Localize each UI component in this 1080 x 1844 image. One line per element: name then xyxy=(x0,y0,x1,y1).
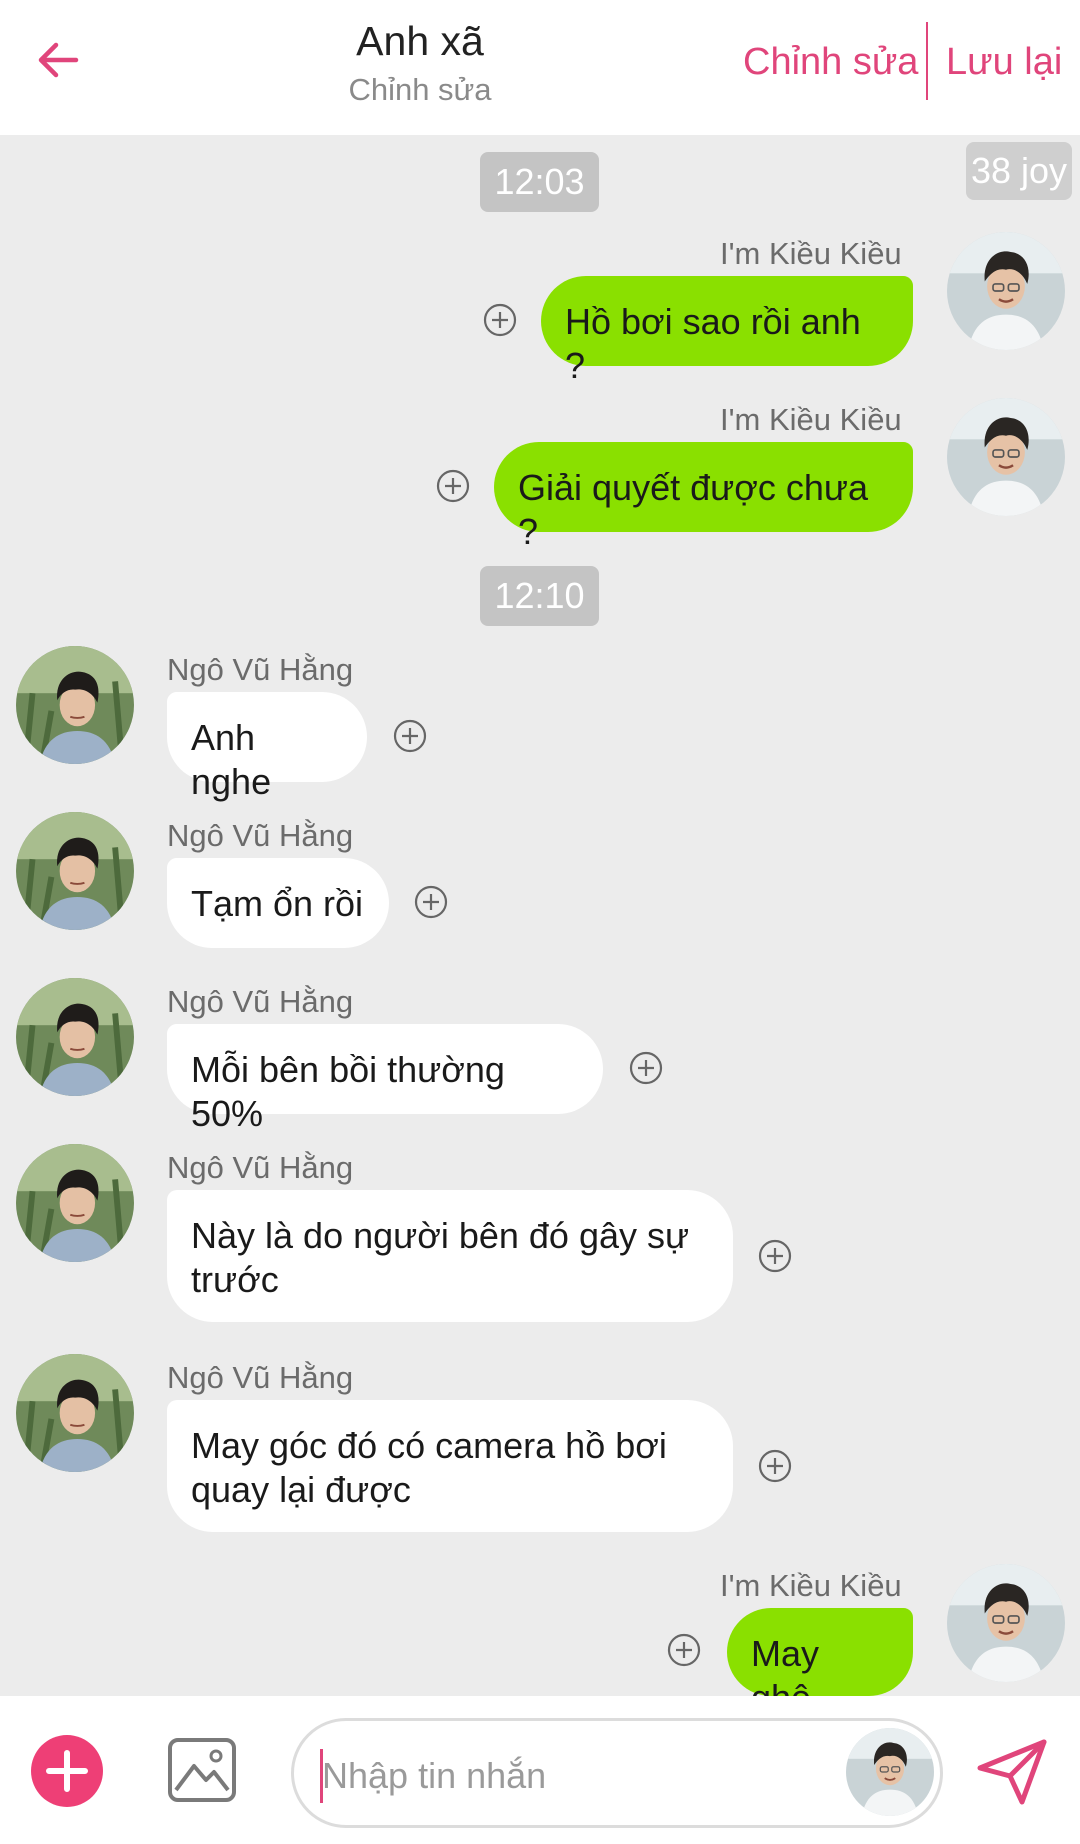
edit-button[interactable]: Chỉnh sửa xyxy=(743,36,918,88)
conversation-title-block: Anh xã Chỉnh sửa xyxy=(260,14,580,112)
message-text: Hồ bơi sao rồi anh ? xyxy=(565,301,871,386)
image-icon[interactable] xyxy=(166,1734,238,1806)
incoming-bubble[interactable]: Này là do người bên đó gây sự trước xyxy=(167,1190,733,1322)
chat-screen: Anh xã Chỉnh sửa Chỉnh sửa Lưu lại 38 jo… xyxy=(0,0,1080,1844)
joy-badge: 38 joy xyxy=(966,142,1072,200)
add-reaction-icon[interactable] xyxy=(628,1050,664,1086)
message-input[interactable] xyxy=(322,1747,822,1805)
back-arrow-icon xyxy=(38,42,79,78)
incoming-bubble[interactable]: Anh nghe xyxy=(167,692,367,802)
message-text: Giải quyết được chưa ? xyxy=(518,467,878,552)
avatar[interactable] xyxy=(16,978,134,1096)
outgoing-bubble[interactable]: Giải quyết được chưa ? xyxy=(494,442,913,552)
add-reaction-icon[interactable] xyxy=(482,302,518,338)
sender-name: Ngô Vũ Hằng xyxy=(167,652,354,687)
add-reaction-icon[interactable] xyxy=(392,718,428,754)
avatar[interactable] xyxy=(16,1144,134,1262)
composer-bar xyxy=(0,1696,1080,1844)
add-reaction-icon[interactable] xyxy=(757,1448,793,1484)
message-text: Anh nghe xyxy=(191,717,272,802)
sender-name: Ngô Vũ Hằng xyxy=(167,1360,354,1395)
sender-name: I'm Kiều Kiều xyxy=(720,1568,902,1603)
message-text: Mỗi bên bồi thường 50% xyxy=(191,1049,515,1134)
message-input-field[interactable] xyxy=(291,1718,943,1828)
incoming-bubble[interactable]: May góc đó có camera hồ bơi quay lại đượ… xyxy=(167,1400,733,1532)
plus-icon xyxy=(46,1750,88,1792)
avatar[interactable] xyxy=(16,646,134,764)
sender-name: I'm Kiều Kiều xyxy=(720,402,902,437)
top-app-bar: Anh xã Chỉnh sửa Chỉnh sửa Lưu lại xyxy=(0,0,1080,135)
message-text: Này là do người bên đó gây sự trước xyxy=(191,1215,690,1300)
message-text: May góc đó có camera hồ bơi quay lại đượ… xyxy=(191,1425,667,1510)
save-button[interactable]: Lưu lại xyxy=(946,36,1062,88)
avatar[interactable] xyxy=(16,812,134,930)
add-reaction-icon[interactable] xyxy=(413,884,449,920)
incoming-bubble[interactable]: Mỗi bên bồi thường 50% xyxy=(167,1024,603,1134)
outgoing-bubble[interactable]: May ghê xyxy=(727,1608,913,1718)
avatar[interactable] xyxy=(16,1354,134,1472)
header-divider xyxy=(926,22,928,100)
conversation-title: Anh xã xyxy=(356,18,484,64)
avatar[interactable] xyxy=(947,232,1065,350)
avatar[interactable] xyxy=(947,1564,1065,1682)
message-text: Tạm ổn rồi xyxy=(191,883,364,924)
add-reaction-icon[interactable] xyxy=(757,1238,793,1274)
sender-name: Ngô Vũ Hằng xyxy=(167,984,354,1019)
send-icon[interactable] xyxy=(972,1730,1052,1810)
timestamp: 12:03 xyxy=(480,152,599,212)
outgoing-bubble[interactable]: Hồ bơi sao rồi anh ? xyxy=(541,276,913,386)
back-button[interactable] xyxy=(22,24,94,96)
add-reaction-icon[interactable] xyxy=(435,468,471,504)
sender-name: Ngô Vũ Hằng xyxy=(167,1150,354,1185)
avatar[interactable] xyxy=(947,398,1065,516)
add-reaction-icon[interactable] xyxy=(666,1632,702,1668)
incoming-bubble[interactable]: Tạm ổn rồi xyxy=(167,858,389,948)
timestamp: 12:10 xyxy=(480,566,599,626)
conversation-subtitle: Chỉnh sửa xyxy=(348,72,492,107)
sender-name: I'm Kiều Kiều xyxy=(720,236,902,271)
sender-name: Ngô Vũ Hằng xyxy=(167,818,354,853)
avatar[interactable] xyxy=(846,1728,934,1816)
add-attachment-button[interactable] xyxy=(31,1735,103,1807)
